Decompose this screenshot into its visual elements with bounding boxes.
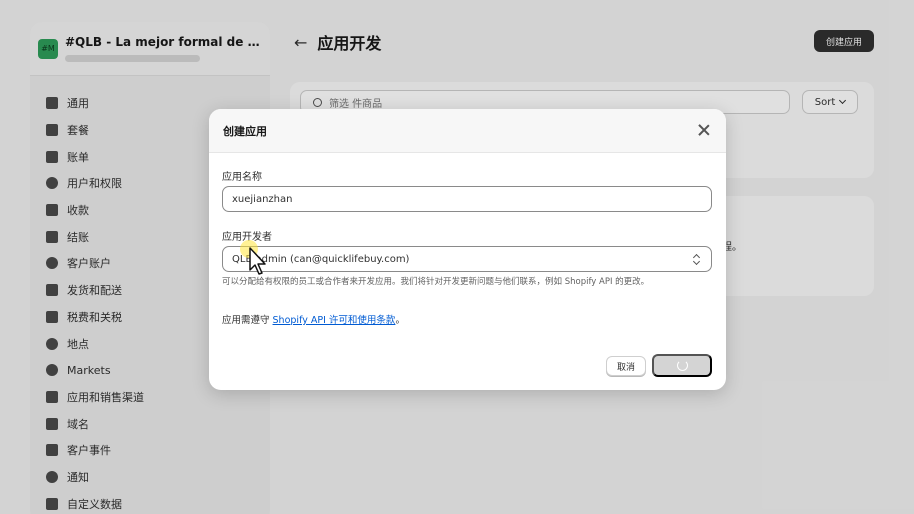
developer-help-text: 可以分配给有权限的员工或合作者来开发应用。我们将针对开发更新问题与他们联系，例如… — [222, 277, 650, 287]
create-app-submit-button[interactable] — [652, 354, 712, 377]
app-name-input[interactable] — [222, 186, 712, 212]
modal-title: 创建应用 — [223, 124, 267, 138]
cancel-button[interactable]: 取消 — [606, 356, 646, 376]
terms-text: 应用需遵守 Shopify API 许可和使用条款。 — [222, 312, 405, 326]
app-developer-select[interactable]: QLB admin (can@quicklifebuy.com) — [222, 246, 712, 272]
pointer-arrow-icon — [249, 247, 266, 275]
create-app-modal: 创建应用 应用名称 应用开发者 QLB admin (can@quicklife… — [209, 109, 726, 390]
mouse-cursor — [240, 240, 274, 280]
app-name-label: 应用名称 — [222, 172, 262, 183]
terms-prefix: 应用需遵守 — [222, 315, 273, 326]
terms-link[interactable]: Shopify API 许可和使用条款 — [273, 315, 396, 326]
modal-header: 创建应用 — [209, 109, 726, 153]
select-arrows-icon — [693, 253, 701, 266]
close-icon[interactable] — [698, 124, 710, 136]
spinner-icon — [676, 360, 688, 371]
terms-suffix: 。 — [395, 315, 405, 326]
